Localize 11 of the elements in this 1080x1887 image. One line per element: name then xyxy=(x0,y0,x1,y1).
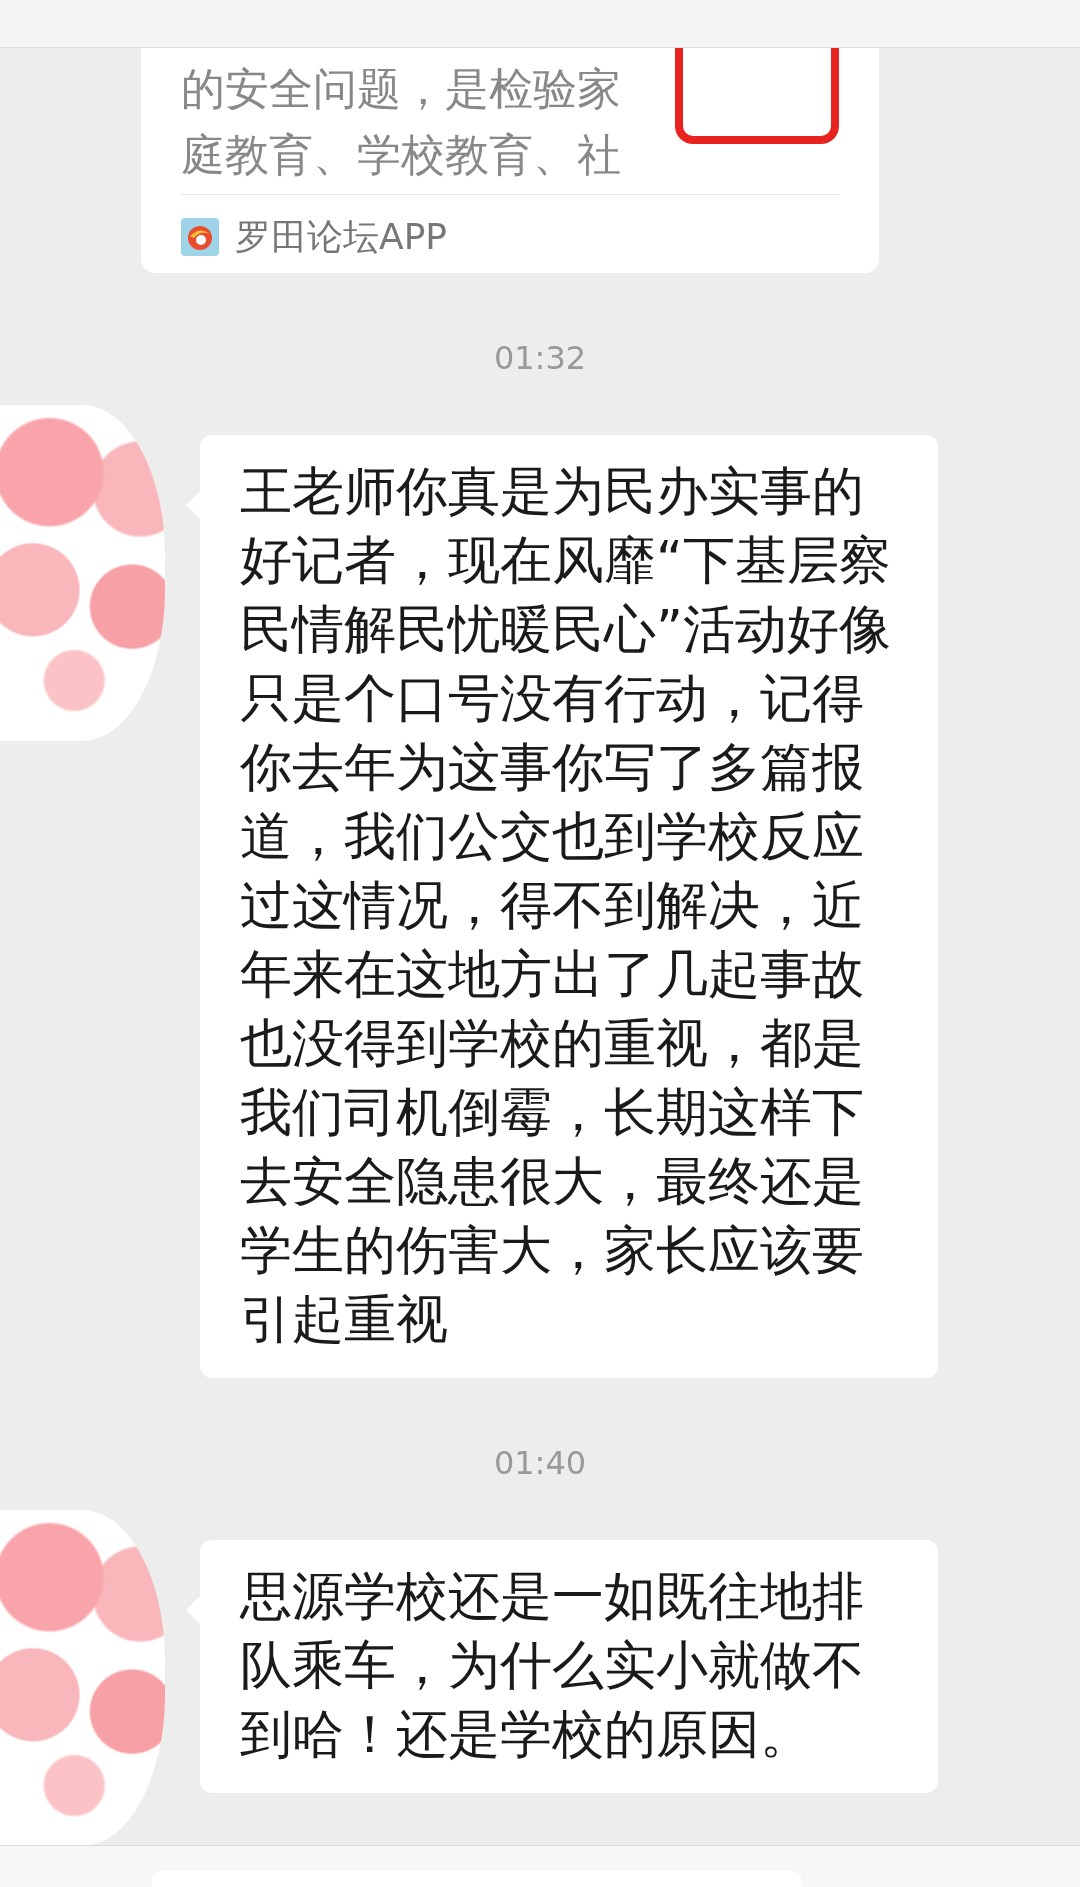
source-name: 罗田论坛APP xyxy=(235,214,448,259)
message-bubble[interactable]: 思源学校还是一如既往地排队乘车，为什么实小就做不到哈！还是学校的原因。 xyxy=(200,1540,938,1793)
article-card[interactable]: 的安全问题，是检验家 庭教育、学校教育、社 罗田论坛APP xyxy=(141,48,879,273)
avatar-image[interactable] xyxy=(0,405,165,741)
article-summary: 庭教育、学校教育、社 xyxy=(181,128,621,182)
article-summary: 的安全问题，是检验家 xyxy=(181,62,621,116)
app-logo-icon xyxy=(181,218,219,256)
timestamp: 01:40 xyxy=(492,1444,588,1482)
message-bubble[interactable]: 王老师你真是为民办实事的好记者，现在风靡“下基层察民情解民忧暖民心”活动好像只是个口号没有行动，记得你去年为这事你写了多篇报道，我们公交也到学校反应过这情况，得不到解决，近年来在这地方出了几起事故也没得到学校的重视，都是我们司机倒霉，长期这样下去安全隐患很大，最终还是学生的伤害大，家长应该要引起重视 xyxy=(200,435,938,1378)
timestamp: 01:32 xyxy=(492,339,588,377)
avatar-image[interactable] xyxy=(0,1510,165,1846)
